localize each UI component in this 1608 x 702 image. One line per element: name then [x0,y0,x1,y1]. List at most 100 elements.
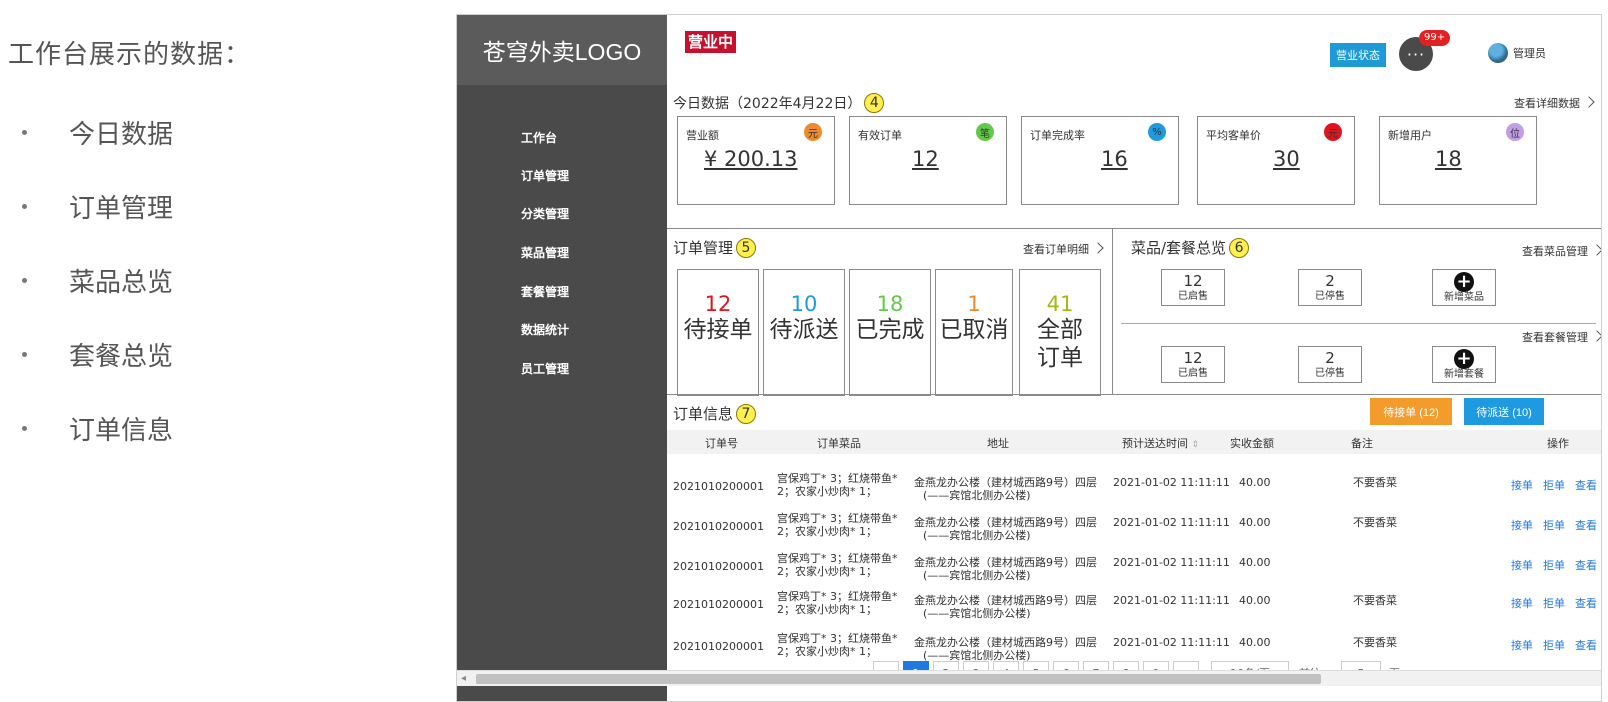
reject-order-button[interactable]: 拒单 [1543,639,1565,652]
stat-value: 12 [912,147,939,171]
order-dishes-line1: 宫保鸡丁* 3；红烧带鱼* [777,590,898,603]
order-id: 2021010200001 [673,480,764,493]
row-actions: 接单 拒单 查看 [1501,477,1597,493]
accept-order-button[interactable]: 接单 [1511,479,1533,492]
horizontal-scrollbar[interactable]: ◂ [457,670,1601,686]
stat-label: 订单完成率 [1030,129,1085,142]
order-status-pending[interactable]: 12 待接单 [677,269,759,396]
stat-value: ¥ 200.13 [704,147,798,171]
row-actions: 接单 拒单 查看 [1501,595,1597,611]
sidebar-item-setmeals[interactable]: 套餐管理 [521,283,569,300]
accept-order-button[interactable]: 接单 [1511,597,1533,610]
bullet-icon [22,203,27,209]
view-detail-data-link[interactable]: 查看详细数据 [1514,95,1595,111]
view-order-button[interactable]: 查看 [1575,479,1597,492]
order-status-cancelled[interactable]: 1 已取消 [935,269,1013,396]
step-number-badge: 7 [736,403,757,424]
order-address-line1: 金燕龙办公楼（建材城西路9号）四层 [914,636,1097,649]
sidebar: 工作台 订单管理 分类管理 菜品管理 套餐管理 数据统计 员工管理 [457,85,667,701]
stat-label: 有效订单 [858,129,902,142]
order-status-all[interactable]: 41 全部订单 [1019,269,1101,396]
order-amount: 40.00 [1239,516,1271,529]
view-dish-management-link[interactable]: 查看菜品管理 [1522,243,1601,259]
accept-order-button[interactable]: 接单 [1511,559,1533,572]
top-bar: 苍穹外卖LOGO 营业中 营业状态 ··· 99+ 管理员 [457,15,1601,85]
dish-off-sale-box[interactable]: 2 已停售 [1298,269,1362,306]
sidebar-item-statistics[interactable]: 数据统计 [521,321,569,338]
bullet-icon [22,351,27,357]
column-header: 操作 [1547,437,1569,450]
order-management-panel: 订单管理5 查看订单明细 12 待接单 10 待派送 18 已完成 1 已取消 [667,228,1113,396]
column-header-sortable[interactable]: 预计送达时间 ⇕ [1122,435,1199,451]
app-logo: 苍穹外卖LOGO [457,15,667,85]
scrollbar-thumb[interactable] [476,674,1321,684]
tab-waiting-orders[interactable]: 待接单 (12) [1370,398,1452,425]
view-setmeal-management-link[interactable]: 查看套餐管理 [1522,329,1601,345]
order-status-completed[interactable]: 18 已完成 [849,269,931,396]
dish-on-sale-box[interactable]: 12 已启售 [1161,269,1225,306]
reject-order-button[interactable]: 拒单 [1543,479,1565,492]
sidebar-item-workbench[interactable]: 工作台 [521,129,557,146]
divider [1121,323,1596,324]
column-header: 备注 [1351,437,1373,450]
view-order-button[interactable]: 查看 [1575,597,1597,610]
sidebar-item-employees[interactable]: 员工管理 [521,360,569,377]
add-dish-button[interactable]: + 新增菜品 [1432,269,1496,306]
dish-setmeal-overview-panel: 菜品/套餐总览 6 查看菜品管理 12 已启售 2 已停售 + 新增菜品 查看套餐管理 … [1112,228,1601,395]
chevron-right-icon [1092,242,1104,254]
sidebar-item-categories[interactable]: 分类管理 [521,205,569,222]
step-number-badge: 4 [864,93,885,113]
count-icon: 笔 [976,123,994,141]
accept-order-button[interactable]: 接单 [1511,519,1533,532]
view-order-button[interactable]: 查看 [1575,639,1597,652]
avatar[interactable] [1488,43,1508,63]
view-order-detail-link[interactable]: 查看订单明细 [1023,241,1104,257]
order-dishes-line1: 宫保鸡丁* 3；红烧带鱼* [777,512,898,525]
chevron-right-icon [1583,96,1595,108]
sidebar-item-orders[interactable]: 订单管理 [521,167,569,184]
accept-order-button[interactable]: 接单 [1511,639,1533,652]
view-order-button[interactable]: 查看 [1575,519,1597,532]
order-dishes-line1: 宫保鸡丁* 3；红烧带鱼* [777,472,898,485]
column-header: 实收金额 [1230,437,1274,450]
sidebar-item-dishes[interactable]: 菜品管理 [521,244,569,261]
business-status-button[interactable]: 营业状态 [1330,43,1386,67]
order-note: 不要香菜 [1353,594,1397,607]
bullet-icon [22,129,27,135]
outline-item: 套餐总览 [22,317,173,391]
setmeal-on-sale-box[interactable]: 12 已启售 [1161,346,1225,383]
order-eta: 2021-01-02 11:11:11 [1113,636,1230,649]
order-amount: 40.00 [1239,636,1271,649]
scroll-left-icon[interactable]: ◂ [461,673,466,684]
order-id: 2021010200001 [673,640,764,653]
app-window: 苍穹外卖LOGO 营业中 营业状态 ··· 99+ 管理员 工作台 订单管理 分… [456,14,1602,702]
outline-title: 工作台展示的数据： [8,40,252,70]
view-order-button[interactable]: 查看 [1575,559,1597,572]
stat-card-avg-price: 平均客单价 元 30 [1197,116,1355,205]
order-dishes-line2: 2；农家小炒肉* 1； [777,525,877,538]
order-dishes-line2: 2；农家小炒肉* 1； [777,485,877,498]
reject-order-button[interactable]: 拒单 [1543,519,1565,532]
add-setmeal-button[interactable]: + 新增套餐 [1432,346,1496,383]
row-actions: 接单 拒单 查看 [1501,517,1597,533]
order-eta: 2021-01-02 11:11:11 [1113,594,1230,607]
order-address-line2: (——宾馆北侧办公楼) [923,607,1031,620]
order-eta: 2021-01-02 11:11:11 [1113,556,1230,569]
row-actions: 接单 拒单 查看 [1501,637,1597,653]
setmeal-off-sale-box[interactable]: 2 已停售 [1298,346,1362,383]
table-row: 2021010200001 宫保鸡丁* 3；红烧带鱼* 2；农家小炒肉* 1； 金燕龙… [667,469,1601,509]
tab-delivering-orders[interactable]: 待派送 (10) [1464,398,1544,425]
bullet-icon [22,425,27,431]
reject-order-button[interactable]: 拒单 [1543,559,1565,572]
order-address-line2: (——宾馆北侧办公楼) [923,569,1031,582]
order-eta: 2021-01-02 11:11:11 [1113,476,1230,489]
percent-icon: % [1148,123,1166,141]
admin-label[interactable]: 管理员 [1513,45,1546,61]
table-header: 订单号 订单菜品 地址 预计送达时间 ⇕ 实收金额 备注 操作 [667,430,1601,454]
order-status-delivering[interactable]: 10 待派送 [763,269,845,396]
stat-label: 营业额 [686,129,719,142]
order-dishes-line2: 2；农家小炒肉* 1； [777,645,877,658]
order-note: 不要香菜 [1353,476,1397,489]
reject-order-button[interactable]: 拒单 [1543,597,1565,610]
stat-value: 30 [1273,147,1300,171]
